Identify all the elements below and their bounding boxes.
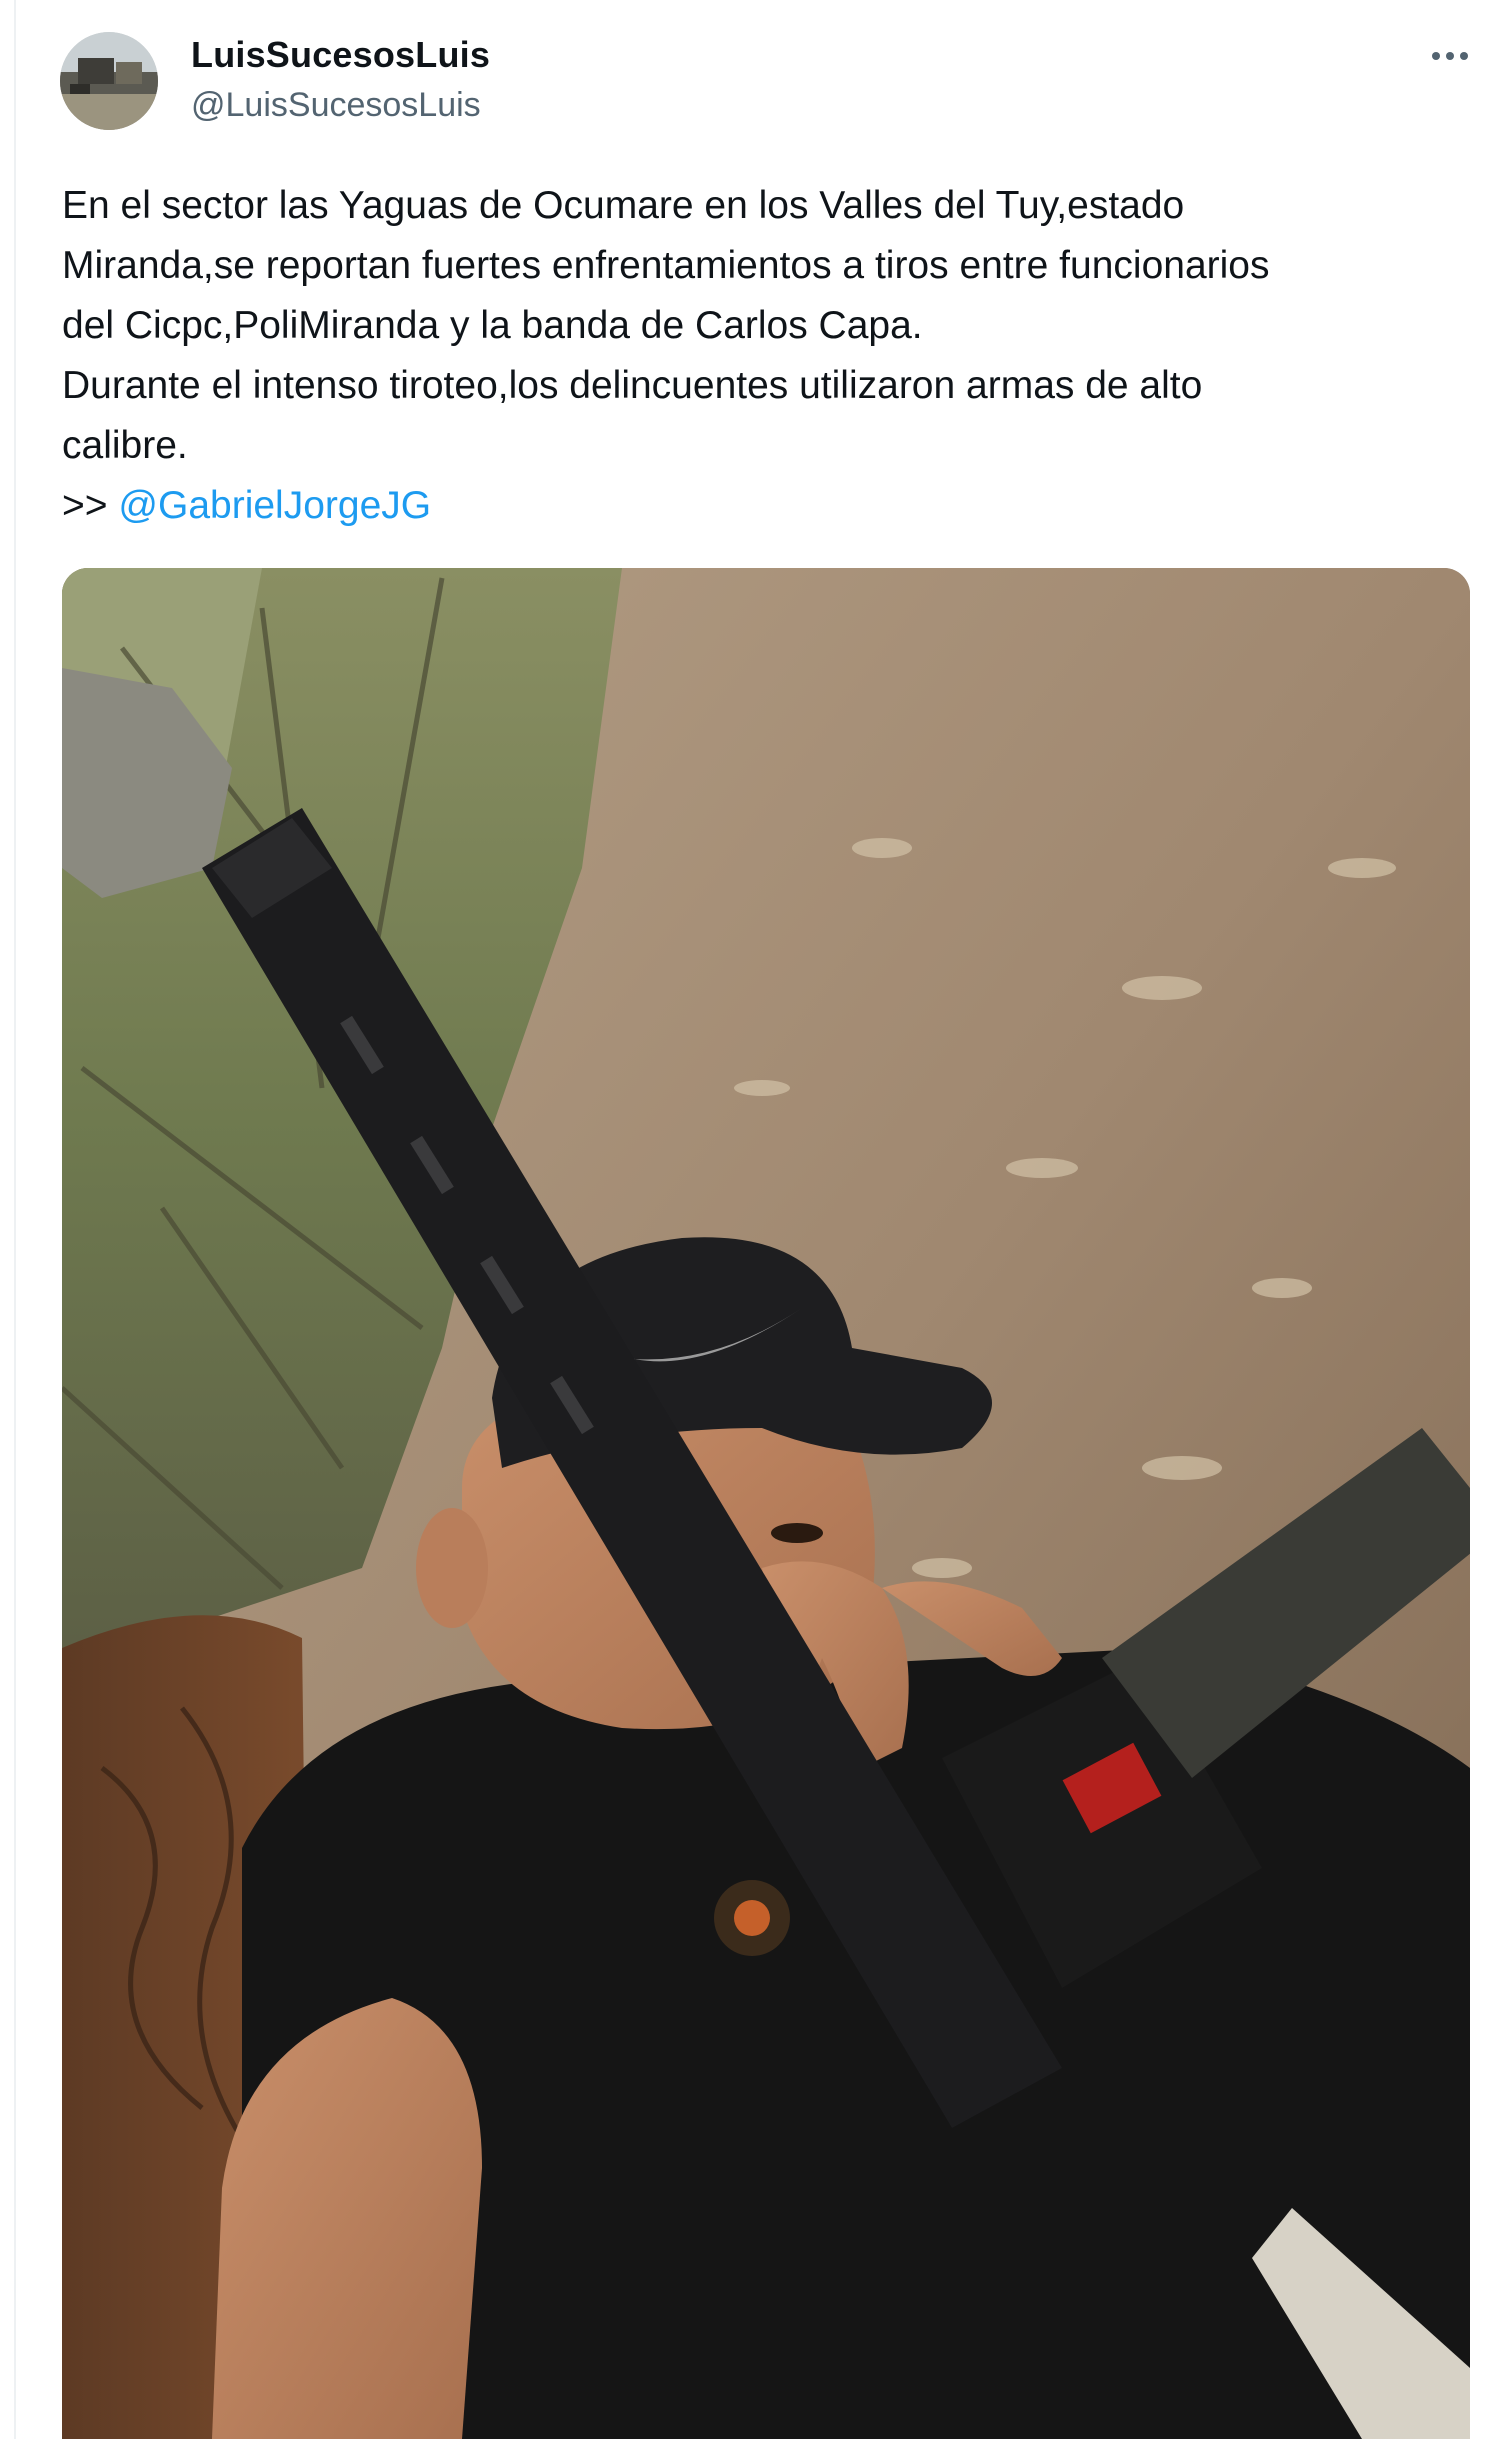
photo-image [62, 568, 1470, 2439]
tweet-text-line: del Cicpc,PoliMiranda y la banda de Carl… [62, 304, 923, 347]
mention-prefix: >> [62, 484, 108, 527]
avatar-image [60, 32, 158, 130]
avatar[interactable] [60, 32, 158, 130]
more-options-button[interactable] [1420, 36, 1480, 76]
tweet-photo[interactable] [62, 568, 1470, 2439]
tweet-card[interactable]: LuisSucesosLuis @LuisSucesosLuis En el s… [0, 0, 1500, 2439]
tweet-text-line: Durante el intenso tiroteo,los delincuen… [62, 364, 1203, 407]
timeline-divider [14, 0, 16, 2439]
tweet-text-line: Miranda,se reportan fuertes enfrentamien… [62, 244, 1270, 287]
author-handle[interactable]: @LuisSucesosLuis [191, 86, 481, 125]
tweet-text: En el sector las Yaguas de Ocumare en lo… [62, 176, 1462, 536]
tweet-text-line: calibre. [62, 424, 188, 467]
mention-line: >> @GabrielJorgeJG [62, 476, 1462, 536]
more-horizontal-icon [1432, 52, 1468, 60]
tweet-text-line: En el sector las Yaguas de Ocumare en lo… [62, 184, 1185, 227]
author-display-name[interactable]: LuisSucesosLuis [191, 34, 490, 76]
mention-link[interactable]: @GabrielJorgeJG [118, 484, 431, 527]
